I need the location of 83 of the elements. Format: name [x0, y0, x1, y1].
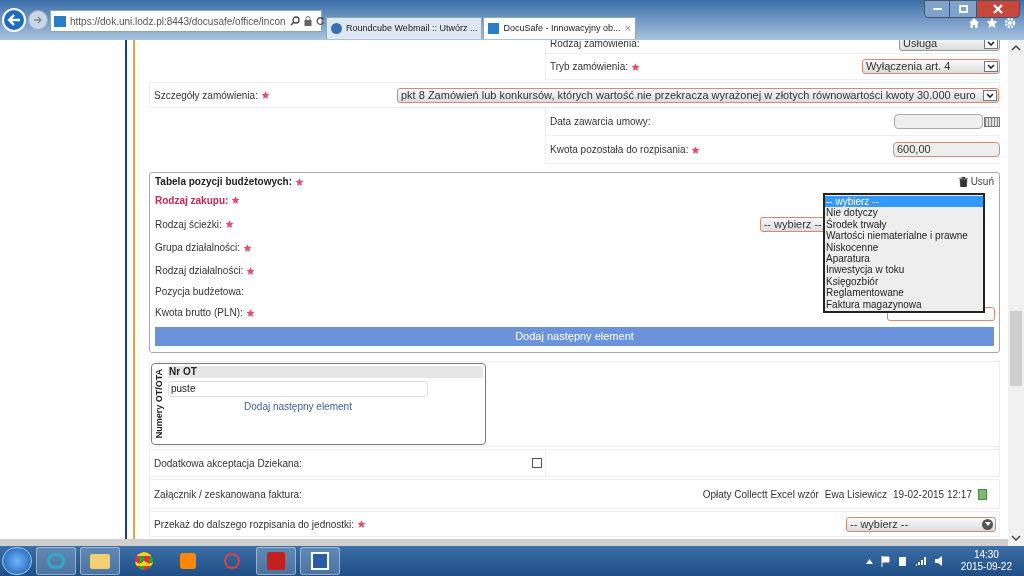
search-icon[interactable]: [289, 16, 300, 26]
add-element-link[interactable]: Dodaj następny element: [244, 399, 352, 414]
calendar-icon[interactable]: [984, 116, 1000, 127]
vertical-scrollbar[interactable]: [1008, 40, 1024, 546]
close-tab-button[interactable]: ×: [624, 20, 631, 37]
trash-icon: [958, 176, 968, 187]
field-label: Pozycja budżetowa:: [155, 285, 244, 299]
field-label: Tabela pozycji budżetowych:: [155, 175, 293, 189]
scroll-down-icon[interactable]: [1011, 535, 1021, 542]
chevron-down-icon: [984, 61, 998, 72]
scroll-up-icon[interactable]: [1011, 44, 1021, 51]
speaker-icon[interactable]: [934, 556, 943, 566]
globe-icon: [331, 23, 342, 34]
required-star-icon: [295, 177, 305, 186]
home-icon[interactable]: [968, 17, 980, 29]
flag-icon[interactable]: [880, 555, 890, 567]
remove-button[interactable]: Usuń: [958, 174, 994, 189]
amount-field[interactable]: 600,00: [893, 142, 1000, 157]
select-field[interactable]: Wyłączenia art. 4: [862, 59, 1000, 74]
star-icon[interactable]: [986, 17, 998, 29]
spreadsheet-icon[interactable]: [978, 488, 987, 500]
lock-icon: [303, 16, 312, 26]
chevron-down-icon: [983, 89, 997, 101]
field-label: Kwota pozostała do rozpisania:: [550, 143, 689, 157]
dropdown-option[interactable]: Wartości niematerialne i prawne: [825, 230, 983, 242]
back-button[interactable]: [2, 8, 26, 32]
field-label: Dodatkowa akceptacja Dziekana:: [154, 456, 302, 471]
minimize-button[interactable]: [924, 0, 950, 18]
clock-date: 2015-09-22: [960, 561, 1012, 573]
checkbox[interactable]: [532, 458, 542, 468]
date-field[interactable]: [894, 114, 983, 129]
close-icon: [993, 4, 1003, 14]
dropdown-option[interactable]: Inwestycja w toku: [825, 264, 983, 276]
field-label: Rodzaj zakupu:: [155, 193, 229, 208]
upload-date: 19-02-2015 12:17: [893, 487, 972, 502]
arrow-left-icon: [7, 14, 21, 26]
signal-icon[interactable]: [914, 556, 927, 566]
file-name: Opłaty Collectt Excel wzór: [702, 487, 819, 502]
dropdown-option[interactable]: Faktura magazynowa: [825, 298, 983, 311]
site-icon: [488, 23, 500, 34]
field-label: Przekaż do dalszego rozpisania do jednostki:: [154, 517, 355, 532]
clock-time: 14:30: [973, 549, 999, 561]
battery-icon[interactable]: [897, 555, 907, 567]
field-label: Rodzaj ścieżki:: [155, 217, 222, 232]
field-label: Rodzaj zamówienia:: [550, 40, 640, 51]
select-field[interactable]: Usługa: [899, 40, 1000, 51]
select-field[interactable]: pkt 8 Zamówień lub konkursów, których wartość nie przekracza wyrażonej w złotych równowartości kwoty 30.000 euro: [397, 87, 999, 103]
field-label: Tryb zamówienia:: [550, 60, 628, 74]
maximize-button[interactable]: [950, 0, 976, 18]
pdf-icon[interactable]: [256, 547, 296, 575]
browser-tab[interactable]: DocuSafe - Innowacyjny ob... ×: [483, 17, 636, 39]
panel-title: Numery OT/OTA: [153, 369, 166, 439]
author-name: Ewa Lisiewicz: [824, 487, 888, 502]
word-icon[interactable]: [300, 547, 340, 575]
dropdown-option[interactable]: Niskocenne: [825, 241, 983, 254]
address-bar[interactable]: https://dok.uni.lodz.pl:8443/docusafe/office/incon: [50, 10, 322, 32]
horizontal-scrollbar[interactable]: [0, 539, 1008, 546]
folder-icon[interactable]: [80, 547, 120, 575]
field-label: Grupa działalności:: [155, 241, 241, 255]
dropdown-option[interactable]: Reglamentowane: [825, 287, 983, 299]
field-label: Rodzaj działalności:: [155, 264, 244, 278]
dropdown-option[interactable]: Aparatura: [825, 253, 983, 265]
refresh-icon[interactable]: [315, 16, 325, 26]
scroll-thumb[interactable]: [1010, 311, 1022, 386]
start-button[interactable]: [2, 547, 32, 575]
select-field[interactable]: -- wybierz --: [846, 516, 996, 532]
ot-number-field[interactable]: puste: [168, 381, 428, 397]
chevron-down-icon: [984, 40, 998, 49]
url-text: https://dok.uni.lodz.pl:8443/docusafe/office/incon: [70, 14, 286, 29]
settings-icon[interactable]: [1004, 17, 1016, 29]
tray-arrow-icon[interactable]: [865, 558, 873, 564]
dropdown-option[interactable]: Księgozbiór: [825, 275, 983, 288]
chevron-down-icon: [982, 518, 993, 530]
arrow-right-icon: [33, 16, 43, 24]
site-icon: [54, 15, 66, 27]
field-label: Kwota brutto (PLN):: [155, 306, 243, 320]
dropdown-option[interactable]: Nie dotyczy: [825, 207, 983, 219]
field-label: Szczegóły zamówienia:: [154, 88, 258, 103]
browser-tab[interactable]: Roundcube Webmail :: Utwórz ...: [326, 17, 483, 39]
field-label: Data zawarcia umowy:: [550, 115, 651, 129]
field-label: Załącznik / zeskanowana faktura:: [154, 487, 302, 502]
column-header: Nr OT: [168, 366, 483, 378]
close-button[interactable]: [976, 0, 1020, 18]
